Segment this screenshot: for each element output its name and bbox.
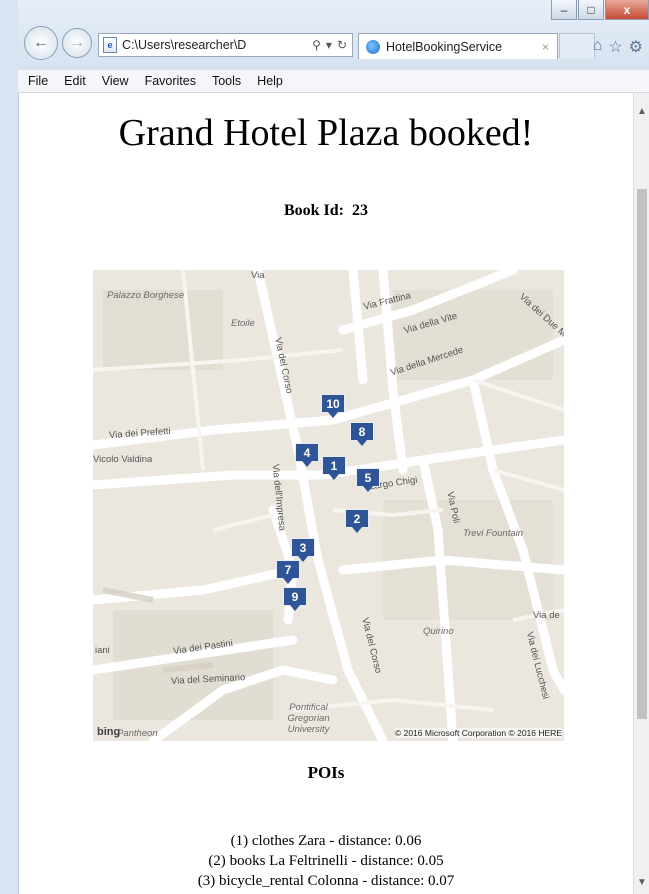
arrow-left-icon: ← bbox=[33, 34, 49, 51]
vertical-scrollbar[interactable]: ▲ ▼ bbox=[633, 93, 649, 894]
search-icon[interactable]: ⚲ bbox=[312, 38, 321, 52]
pois-heading: POIs bbox=[307, 763, 345, 782]
menu-bar: File Edit View Favorites Tools Help bbox=[18, 70, 649, 93]
dropdown-icon[interactable]: ▾ bbox=[326, 38, 332, 52]
arrow-right-icon: → bbox=[69, 34, 85, 51]
book-id-value: 23 bbox=[352, 202, 369, 219]
map-label-quirino: Quirino bbox=[423, 626, 454, 637]
map-marker-2[interactable]: 2 bbox=[345, 509, 369, 533]
map-label-etoile: Etoile bbox=[231, 318, 255, 329]
menu-tools[interactable]: Tools bbox=[204, 74, 249, 88]
menu-help[interactable]: Help bbox=[249, 74, 291, 88]
map-marker-3[interactable]: 3 bbox=[291, 538, 315, 562]
list-item: (1) clothes Zara - distance: 0.06 bbox=[230, 833, 422, 849]
map-marker-1[interactable]: 1 bbox=[322, 456, 346, 480]
map-label-valdina: Vicolo Valdina bbox=[93, 454, 153, 465]
refresh-icon[interactable]: ↻ bbox=[337, 38, 347, 52]
gear-icon[interactable]: ⚙ bbox=[629, 37, 643, 57]
star-icon[interactable]: ☆ bbox=[608, 37, 622, 57]
map-label-gregorian: Pontifical Gregorian University bbox=[287, 702, 330, 735]
tab-label: HotelBookingService bbox=[386, 39, 503, 54]
bing-logo[interactable]: bing bbox=[97, 726, 120, 738]
map-streets bbox=[93, 270, 564, 741]
book-id-label: Book Id: bbox=[283, 202, 345, 219]
book-id: Book Id: 23 bbox=[19, 202, 633, 220]
tab-close-icon[interactable]: × bbox=[542, 40, 557, 54]
scroll-up-icon[interactable]: ▲ bbox=[634, 103, 649, 119]
map-label-iani: iani bbox=[95, 645, 110, 656]
map-label-pantheon: Pantheon bbox=[117, 728, 158, 739]
map-copyright: © 2016 Microsoft Corporation © 2016 HERE bbox=[394, 728, 562, 738]
desktop-edge bbox=[0, 0, 19, 894]
address-text[interactable]: C:\Users\researcher\D bbox=[122, 38, 312, 52]
browser-toolbar: – □ x ← → e C:\Users\researcher\D ⚲ ▾ ↻ … bbox=[18, 0, 649, 71]
map-marker-7[interactable]: 7 bbox=[276, 560, 300, 584]
map-marker-10[interactable]: 10 bbox=[321, 394, 345, 418]
list-item: (3) bicycle_rental Colonna - distance: 0… bbox=[197, 873, 455, 889]
window-controls: – □ x bbox=[550, 0, 649, 22]
scrollbar-thumb[interactable] bbox=[637, 189, 647, 719]
map-label-via-top: Via bbox=[251, 270, 265, 281]
page-content: Grand Hotel Plaza booked! Book Id: 23 Pa… bbox=[19, 93, 633, 894]
tab-hotelbookingservice[interactable]: HotelBookingService × bbox=[358, 33, 558, 59]
menu-view[interactable]: View bbox=[94, 74, 137, 88]
map-marker-4[interactable]: 4 bbox=[295, 443, 319, 467]
map-label-trevi: Trevi Fountain bbox=[463, 528, 524, 539]
back-button[interactable]: ← bbox=[24, 26, 58, 60]
page-title: Grand Hotel Plaza booked! bbox=[118, 112, 534, 154]
new-tab-button[interactable] bbox=[559, 33, 595, 58]
forward-button[interactable]: → bbox=[62, 28, 92, 58]
map-marker-8[interactable]: 8 bbox=[350, 422, 374, 446]
map-label-via-de: Via de bbox=[533, 610, 560, 621]
ie-logo-icon bbox=[366, 39, 380, 54]
address-bar[interactable]: e C:\Users\researcher\D ⚲ ▾ ↻ bbox=[98, 33, 353, 57]
map-marker-5[interactable]: 5 bbox=[356, 468, 380, 492]
home-icon[interactable]: ⌂ bbox=[593, 37, 603, 57]
map[interactable]: Palazzo Borghese Etoile Trevi Fountain Q… bbox=[93, 270, 564, 741]
menu-edit[interactable]: Edit bbox=[56, 74, 94, 88]
maximize-button[interactable]: □ bbox=[578, 0, 604, 20]
map-marker-9[interactable]: 9 bbox=[283, 587, 307, 611]
page-icon: e bbox=[103, 37, 117, 53]
close-window-button[interactable]: x bbox=[605, 0, 649, 20]
minimize-button[interactable]: – bbox=[551, 0, 577, 20]
menu-favorites[interactable]: Favorites bbox=[137, 74, 204, 88]
list-item: (2) books La Feltrinelli - distance: 0.0… bbox=[208, 853, 444, 869]
menu-file[interactable]: File bbox=[18, 74, 56, 88]
map-label-palazzo: Palazzo Borghese bbox=[107, 290, 185, 301]
poi-list: (1) clothes Zara - distance: 0.06 (2) bo… bbox=[19, 831, 633, 891]
scroll-down-icon[interactable]: ▼ bbox=[634, 874, 649, 890]
